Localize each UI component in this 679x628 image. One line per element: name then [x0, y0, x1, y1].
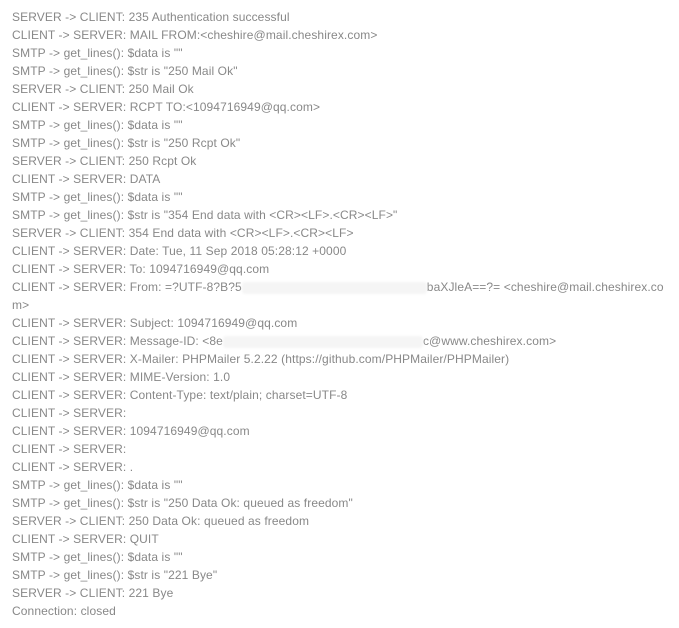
log-line: SMTP -> get_lines(): $str is "250 Rcpt O… — [12, 134, 667, 152]
log-line: SERVER -> CLIENT: 250 Mail Ok — [12, 80, 667, 98]
log-line: CLIENT -> SERVER: From: =?UTF-8?B?5baXJl… — [12, 278, 667, 314]
log-line: SMTP -> get_lines(): $str is "250 Mail O… — [12, 62, 667, 80]
log-line: CLIENT -> SERVER: — [12, 404, 667, 422]
log-line: SMTP -> get_lines(): $str is "221 Bye" — [12, 566, 667, 584]
smtp-log-output: SERVER -> CLIENT: 235 Authentication suc… — [12, 8, 667, 620]
log-line: CLIENT -> SERVER: MAIL FROM:<cheshire@ma… — [12, 26, 667, 44]
log-line: CLIENT -> SERVER: . — [12, 458, 667, 476]
log-line: CLIENT -> SERVER: RCPT TO:<1094716949@qq… — [12, 98, 667, 116]
log-line: CLIENT -> SERVER: MIME-Version: 1.0 — [12, 368, 667, 386]
redacted-segment — [223, 336, 423, 348]
log-line: CLIENT -> SERVER: 1094716949@qq.com — [12, 422, 667, 440]
log-line: SMTP -> get_lines(): $data is "" — [12, 548, 667, 566]
log-line: SMTP -> get_lines(): $str is "354 End da… — [12, 206, 667, 224]
log-line: CLIENT -> SERVER: X-Mailer: PHPMailer 5.… — [12, 350, 667, 368]
log-line: CLIENT -> SERVER: QUIT — [12, 530, 667, 548]
log-line: SMTP -> get_lines(): $str is "250 Data O… — [12, 494, 667, 512]
log-text-prefix: CLIENT -> SERVER: Message-ID: <8e — [12, 334, 223, 348]
log-line: SMTP -> get_lines(): $data is "" — [12, 44, 667, 62]
log-line: SERVER -> CLIENT: 221 Bye — [12, 584, 667, 602]
log-line: SMTP -> get_lines(): $data is "" — [12, 116, 667, 134]
log-line: SERVER -> CLIENT: 250 Rcpt Ok — [12, 152, 667, 170]
log-line: SERVER -> CLIENT: 235 Authentication suc… — [12, 8, 667, 26]
log-text-suffix: c@www.cheshirex.com> — [423, 334, 556, 348]
log-line: SMTP -> get_lines(): $data is "" — [12, 188, 667, 206]
log-line: CLIENT -> SERVER: DATA — [12, 170, 667, 188]
log-text-prefix: CLIENT -> SERVER: From: =?UTF-8?B?5 — [12, 280, 242, 294]
redacted-segment — [242, 282, 427, 294]
log-line: Connection: closed — [12, 602, 667, 620]
log-line: CLIENT -> SERVER: To: 1094716949@qq.com — [12, 260, 667, 278]
log-line: SERVER -> CLIENT: 250 Data Ok: queued as… — [12, 512, 667, 530]
log-line: SERVER -> CLIENT: 354 End data with <CR>… — [12, 224, 667, 242]
log-line: SMTP -> get_lines(): $data is "" — [12, 476, 667, 494]
log-line: CLIENT -> SERVER: — [12, 440, 667, 458]
log-line: CLIENT -> SERVER: Subject: 1094716949@qq… — [12, 314, 667, 332]
log-line: CLIENT -> SERVER: Message-ID: <8e c@www.c… — [12, 332, 667, 350]
log-line: CLIENT -> SERVER: Content-Type: text/pla… — [12, 386, 667, 404]
log-line: CLIENT -> SERVER: Date: Tue, 11 Sep 2018… — [12, 242, 667, 260]
